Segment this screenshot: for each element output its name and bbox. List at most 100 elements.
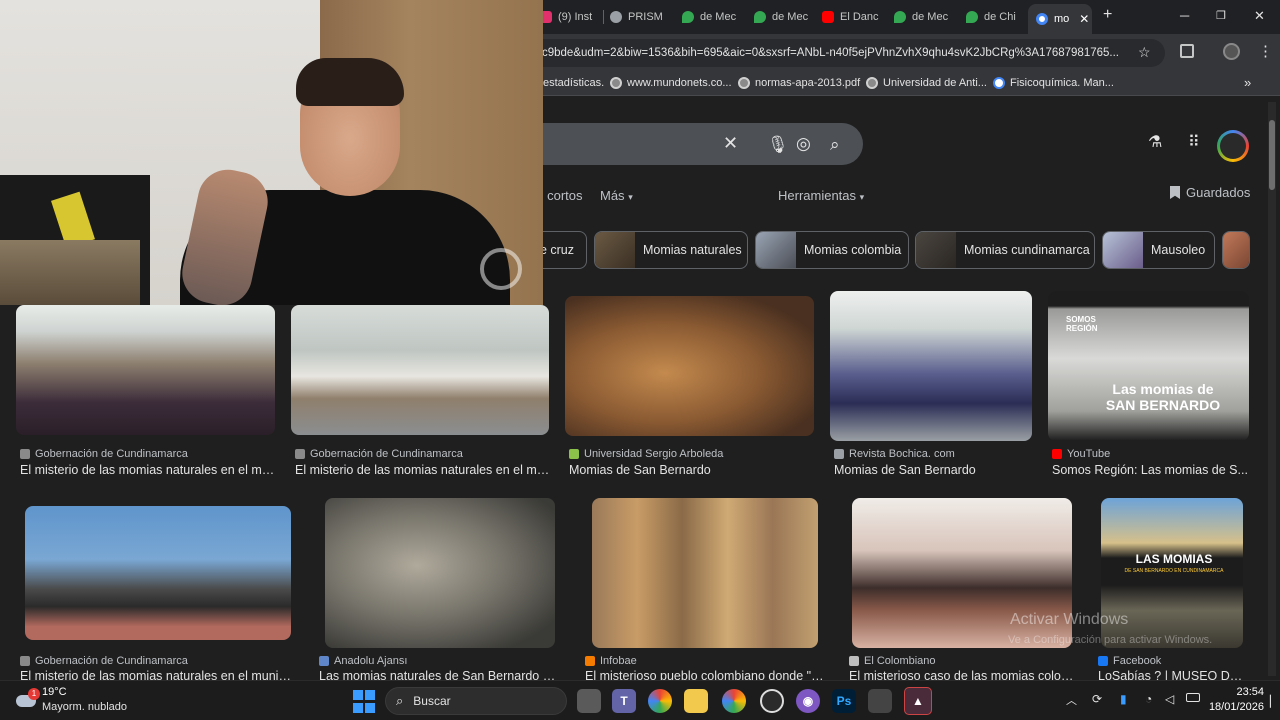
result-source[interactable]: Gobernación de Cundinamarca [295, 448, 463, 460]
bookmark-star-icon[interactable]: ☆ [1138, 44, 1151, 61]
volume-icon[interactable]: ◁ [1165, 692, 1174, 706]
tab-google-active[interactable]: mo ✕ [1028, 4, 1092, 34]
result-title[interactable]: Momias de San Bernardo [569, 463, 809, 477]
tab-instagram[interactable]: (9) Inst [540, 6, 602, 28]
result-source[interactable]: Revista Bochica. com [834, 448, 955, 460]
result-source[interactable]: Facebook [1098, 655, 1161, 667]
teams-icon[interactable]: T [612, 689, 636, 713]
close-window-icon[interactable]: ✕ [1254, 8, 1265, 24]
result-image-youtube[interactable]: SOMOS REGIÓN Las momias de SAN BERNARDO [1048, 291, 1249, 441]
result-image[interactable] [592, 498, 818, 648]
source-label: Facebook [1113, 655, 1162, 667]
weather-widget[interactable]: 1 [14, 687, 40, 713]
scrollbar-track[interactable] [1268, 102, 1276, 676]
more-bookmarks-icon[interactable]: » [1244, 75, 1251, 90]
task-view-icon[interactable] [577, 689, 601, 713]
tab-maps-3[interactable]: de Mec [894, 6, 956, 28]
chip-momias-naturales[interactable]: Momias naturales [594, 231, 748, 269]
result-title[interactable]: El misterio de las momias naturales en e… [20, 463, 278, 477]
photoshop-icon[interactable]: Ps [832, 689, 856, 713]
result-image[interactable] [325, 498, 555, 648]
result-image[interactable] [16, 305, 275, 435]
labs-flask-icon[interactable]: ⚗ [1148, 132, 1162, 152]
restore-icon[interactable]: ❐ [1216, 9, 1226, 22]
sync-icon[interactable]: ⟳ [1092, 692, 1102, 706]
result-source[interactable]: Gobernación de Cundinamarca [20, 655, 188, 667]
result-image[interactable] [565, 296, 814, 436]
maps-pin-icon [754, 11, 766, 23]
nav-more[interactable]: Más ▾ [600, 188, 633, 203]
microphone-tray-icon[interactable]: ▮ [1120, 692, 1127, 706]
tab-youtube[interactable]: El Danc [822, 6, 884, 28]
minimize-icon[interactable]: ─ [1180, 8, 1189, 23]
source-label: Gobernación de Cundinamarca [310, 448, 463, 460]
extensions-icon[interactable] [1180, 44, 1194, 58]
chip-thumbnail [1223, 232, 1249, 268]
tab-prism[interactable]: PRISM [610, 6, 672, 28]
maps-pin-icon [966, 11, 978, 23]
chip-momias-colombia[interactable]: Momias colombia [755, 231, 909, 269]
chip-next[interactable] [1222, 231, 1250, 269]
bookmark-label: Universidad de Anti... [883, 77, 987, 89]
microphone-icon[interactable]: 🎙 [767, 135, 789, 155]
close-tab-icon[interactable]: ✕ [1079, 12, 1089, 26]
taskbar-search[interactable]: ⌕ Buscar [385, 687, 567, 715]
snipping-tool-icon[interactable] [868, 689, 892, 713]
tab-maps-2[interactable]: de Mec [754, 6, 816, 28]
battery-icon[interactable] [1186, 693, 1200, 702]
result-source[interactable]: Anadolu Ajansı [319, 655, 407, 667]
result-title[interactable]: El misterio de las momias naturales en e… [295, 463, 553, 477]
result-source[interactable]: El Colombiano [849, 655, 936, 667]
bookmark-item[interactable]: www.mundonets.co... [610, 77, 732, 89]
nav-shorts[interactable]: s cortos [537, 188, 583, 203]
maps-pin-icon [894, 11, 906, 23]
bookmark-item[interactable]: estadísticas. [543, 77, 604, 89]
result-source[interactable]: Infobae [585, 655, 637, 667]
file-explorer-icon[interactable] [684, 689, 708, 713]
google-icon [993, 77, 1005, 89]
app-active-icon[interactable]: ▲ [904, 687, 932, 715]
lens-camera-icon[interactable]: ◎ [796, 134, 811, 154]
bookmark-item[interactable]: normas-apa-2013.pdf [738, 77, 860, 89]
notification-bell-icon[interactable]: ▏ [1270, 695, 1278, 708]
chip-mausoleo[interactable]: Mausoleo [1102, 231, 1215, 269]
saved-button[interactable]: Guardados [1170, 185, 1250, 200]
clock-time[interactable]: 23:54 [1214, 686, 1264, 698]
discord-icon[interactable]: ◉ [796, 689, 820, 713]
bookmark-item[interactable]: Universidad de Anti... [866, 77, 987, 89]
account-avatar[interactable] [1217, 130, 1249, 162]
tray-expand-icon[interactable]: ︿ [1066, 692, 1077, 708]
nav-tools[interactable]: Herramientas ▾ [778, 188, 864, 203]
windows-start-icon[interactable] [352, 689, 376, 713]
bookmark-item[interactable]: Fisicoquímica. Man... [993, 77, 1114, 89]
chrome-active-icon[interactable] [722, 689, 746, 713]
chip-thumbnail [1103, 232, 1143, 268]
clock-date[interactable]: 18/01/2026 [1204, 701, 1264, 713]
apps-grid-icon[interactable]: ⠿ [1188, 132, 1200, 152]
kebab-menu-icon[interactable]: ⋮ [1258, 42, 1273, 60]
result-image[interactable] [25, 506, 291, 640]
scrollbar-thumb[interactable] [1269, 120, 1275, 190]
address-bar[interactable]: c9bde&udm=2&biw=1536&bih=695&aic=0&sxsrf… [520, 39, 1165, 67]
result-source[interactable]: Universidad Sergio Arboleda [569, 448, 723, 460]
tab-maps-1[interactable]: de Mec [682, 6, 744, 28]
result-source[interactable]: YouTube [1052, 448, 1110, 460]
tab-maps-4[interactable]: de Chi [966, 6, 1024, 28]
chrome-page-icon [610, 11, 622, 23]
wifi-icon[interactable]: ◔ [1145, 692, 1152, 706]
chrome-icon[interactable] [648, 689, 672, 713]
obs-icon[interactable] [760, 689, 784, 713]
result-source[interactable]: Gobernación de Cundinamarca [20, 448, 188, 460]
clear-search-icon[interactable]: ✕ [723, 133, 738, 154]
search-icon[interactable]: ⌕ [830, 135, 840, 155]
windows-taskbar: 1 19°C Mayorm. nublado ⌕ Buscar T ◉ Ps ▲… [0, 680, 1280, 720]
result-title[interactable]: Somos Región: Las momias de S... [1052, 463, 1248, 477]
url-text: c9bde&udm=2&biw=1536&bih=695&aic=0&sxsrf… [542, 47, 1119, 59]
globe-icon [610, 77, 622, 89]
result-image[interactable] [291, 305, 549, 435]
chip-momias-cundinamarca[interactable]: Momias cundinamarca [915, 231, 1095, 269]
new-tab-button[interactable]: + [1103, 6, 1112, 24]
profile-avatar[interactable] [1223, 43, 1240, 60]
result-image[interactable] [830, 291, 1032, 441]
result-title[interactable]: Momias de San Bernardo [834, 463, 1034, 477]
